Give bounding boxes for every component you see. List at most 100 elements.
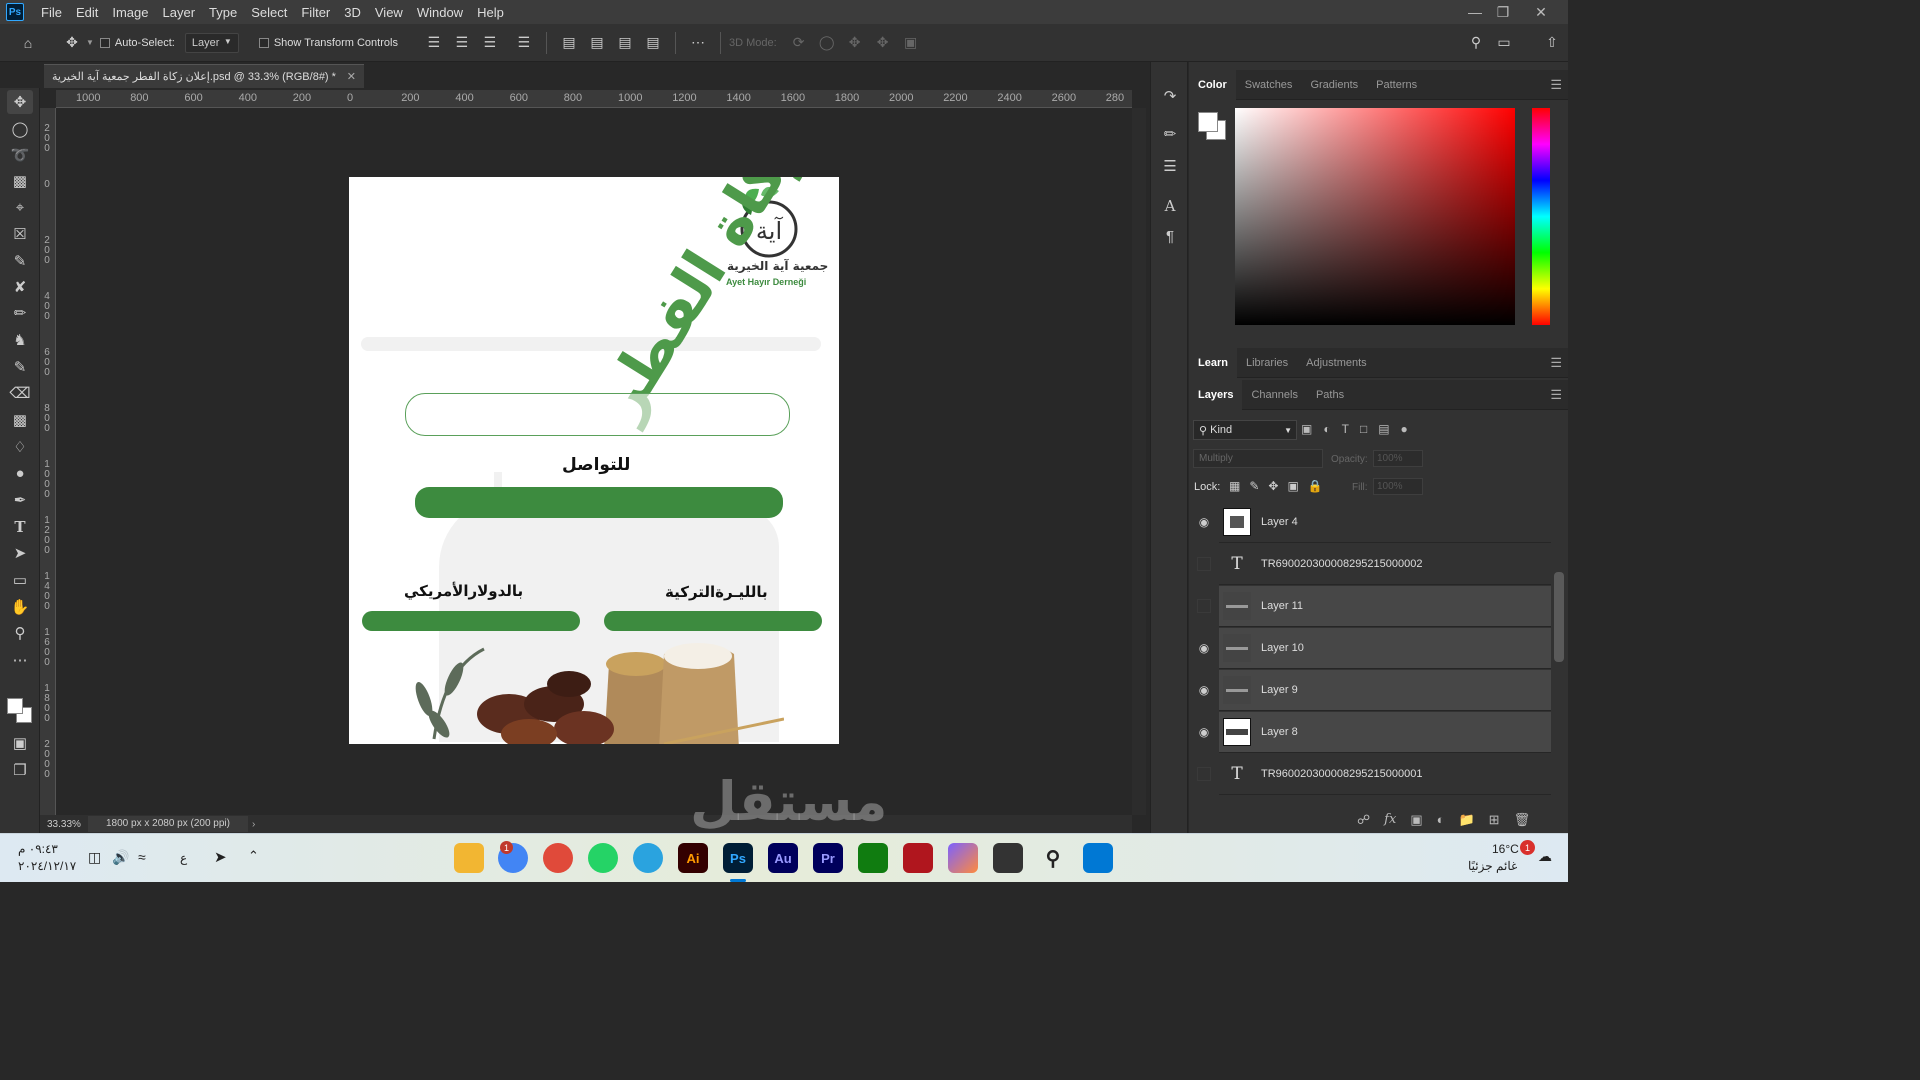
layer-row[interactable]: Layer 11 bbox=[1197, 586, 1551, 627]
align-center-icon[interactable]: ☰ bbox=[450, 31, 474, 55]
foreground-color-swatch[interactable] bbox=[7, 698, 23, 714]
new-group-icon[interactable]: 📁 bbox=[1458, 812, 1474, 828]
horizontal-ruler[interactable]: 1000 800 600 400 200 0 200 400 600 800 1000 1200 140… bbox=[56, 90, 1132, 108]
auto-select-checkbox[interactable] bbox=[99, 37, 110, 48]
fill-input[interactable]: 100% bbox=[1373, 478, 1423, 495]
filter-shape-icon[interactable]: □ bbox=[1360, 422, 1367, 440]
new-layer-icon[interactable]: ⊞ bbox=[1489, 812, 1500, 828]
tab-paths[interactable]: Paths bbox=[1307, 380, 1353, 410]
adjustment-layer-icon[interactable]: ◐ bbox=[1437, 812, 1445, 828]
delete-layer-icon[interactable]: 🗑 bbox=[1514, 812, 1531, 828]
lock-artboard-icon[interactable]: ▣ bbox=[1287, 479, 1298, 493]
restore-icon[interactable]: ❐ bbox=[1488, 0, 1518, 24]
layer-row[interactable]: ◉ Layer 9 bbox=[1199, 670, 1551, 711]
crop-tool-icon[interactable]: ⌖ bbox=[7, 195, 33, 219]
file-explorer-icon[interactable] bbox=[454, 843, 484, 873]
lock-position-icon[interactable]: ✥ bbox=[1268, 479, 1278, 493]
layer-row[interactable]: ◉ Layer 10 bbox=[1199, 628, 1551, 669]
frame-tool-icon[interactable]: ☒ bbox=[7, 222, 33, 246]
tab-channels[interactable]: Channels bbox=[1242, 380, 1306, 410]
location-icon[interactable]: ➤ bbox=[214, 848, 227, 866]
close-tab-icon[interactable]: ✕ bbox=[347, 70, 356, 83]
character-panel-icon[interactable]: A bbox=[1158, 194, 1182, 218]
opacity-input[interactable]: 100% bbox=[1373, 450, 1423, 467]
lasso-tool-icon[interactable]: ➰ bbox=[7, 143, 33, 167]
filter-toggle-icon[interactable]: ● bbox=[1401, 422, 1408, 440]
dodge-tool-icon[interactable]: ● bbox=[7, 461, 33, 485]
filter-smart-object-icon[interactable]: ▤ bbox=[1378, 422, 1389, 440]
properties-icon[interactable]: ☰ bbox=[1158, 154, 1182, 178]
visibility-eye-icon[interactable]: ◉ bbox=[1195, 723, 1213, 741]
align-top-icon[interactable]: ▤ bbox=[557, 31, 581, 55]
menu-3d[interactable]: 3D bbox=[337, 5, 368, 20]
red-app-icon[interactable] bbox=[903, 843, 933, 873]
panel-menu-icon[interactable]: ☰ bbox=[1550, 387, 1562, 403]
menu-window[interactable]: Window bbox=[410, 5, 470, 20]
menu-filter[interactable]: Filter bbox=[294, 5, 337, 20]
workspace-icon[interactable]: ▭ bbox=[1492, 31, 1516, 55]
visibility-eye-icon[interactable]: ◉ bbox=[1195, 639, 1213, 657]
zoom-tool-icon[interactable]: ⚲ bbox=[7, 621, 33, 645]
close-icon[interactable]: ✕ bbox=[1526, 0, 1556, 24]
lock-transparency-icon[interactable]: ▦ bbox=[1229, 479, 1240, 493]
status-chevron-icon[interactable]: › bbox=[252, 819, 255, 830]
volume-icon[interactable]: 🔊 bbox=[112, 849, 129, 866]
menu-layer[interactable]: Layer bbox=[156, 5, 203, 20]
filter-adjustment-icon[interactable]: ◐ bbox=[1323, 422, 1330, 440]
align-right-icon[interactable]: ☰ bbox=[478, 31, 502, 55]
align-left-icon[interactable]: ☰ bbox=[422, 31, 446, 55]
blend-mode-dropdown[interactable]: Multiply bbox=[1193, 449, 1323, 468]
xbox-icon[interactable] bbox=[858, 843, 888, 873]
distribute-vertical-icon[interactable]: ▤ bbox=[641, 31, 665, 55]
quick-mask-icon[interactable]: ▣ bbox=[7, 731, 33, 755]
document-size-info[interactable]: 1800 px x 2080 px (200 ppi) bbox=[88, 816, 248, 832]
more-tools-icon[interactable]: ⋯ bbox=[7, 648, 33, 672]
object-select-tool-icon[interactable]: ▩ bbox=[7, 169, 33, 193]
panel-menu-icon[interactable]: ☰ bbox=[1550, 77, 1562, 93]
language-indicator[interactable]: ع bbox=[180, 851, 187, 865]
clock-time[interactable]: ٠٩:٤٣ م bbox=[18, 842, 58, 856]
taskbar-search-icon[interactable]: ⚲ bbox=[1038, 843, 1068, 873]
align-middle-icon[interactable]: ▤ bbox=[585, 31, 609, 55]
tab-patterns[interactable]: Patterns bbox=[1367, 70, 1426, 100]
fx-icon[interactable]: fx bbox=[1384, 812, 1396, 828]
filter-pixel-icon[interactable]: ▣ bbox=[1301, 422, 1312, 440]
distribute-icon[interactable]: ☰ bbox=[512, 31, 536, 55]
pen-tool-icon[interactable]: ✒ bbox=[7, 488, 33, 512]
layers-scrollbar-thumb[interactable] bbox=[1554, 572, 1564, 662]
link-layers-icon[interactable]: ☍ bbox=[1357, 812, 1370, 828]
search-icon[interactable]: ⚲ bbox=[1464, 31, 1488, 55]
history-panel-icon[interactable]: ↷ bbox=[1158, 84, 1182, 108]
add-mask-icon[interactable]: ▣ bbox=[1410, 812, 1422, 828]
weather-icon[interactable]: ☁ bbox=[1538, 848, 1552, 865]
rectangle-tool-icon[interactable]: ▭ bbox=[7, 568, 33, 592]
tab-libraries[interactable]: Libraries bbox=[1237, 348, 1297, 378]
hand-tool-icon[interactable]: ✋ bbox=[7, 595, 33, 619]
type-tool-icon[interactable]: T bbox=[7, 515, 33, 539]
weather-temperature[interactable]: 16°C bbox=[1492, 842, 1519, 856]
more-options-icon[interactable]: ⋯ bbox=[686, 31, 710, 55]
photoshop-taskbar-icon[interactable]: Ps bbox=[723, 843, 753, 873]
menu-view[interactable]: View bbox=[368, 5, 410, 20]
share-icon[interactable]: ⇧ bbox=[1540, 31, 1564, 55]
telegram-icon[interactable] bbox=[633, 843, 663, 873]
copilot-icon[interactable] bbox=[948, 843, 978, 873]
document-tab[interactable]: إعلان زكاة الفطر جمعية آية الخيرية.psd @… bbox=[44, 64, 364, 88]
premiere-icon[interactable]: Pr bbox=[813, 843, 843, 873]
color-picker-field[interactable] bbox=[1235, 108, 1515, 325]
menu-help[interactable]: Help bbox=[470, 5, 511, 20]
stamp-tool-icon[interactable]: ♞ bbox=[7, 328, 33, 352]
weather-description[interactable]: غائم جزئيًا bbox=[1468, 859, 1517, 873]
tab-gradients[interactable]: Gradients bbox=[1301, 70, 1367, 100]
start-menu-icon[interactable] bbox=[1083, 843, 1113, 873]
lock-pixels-icon[interactable]: ✎ bbox=[1249, 479, 1259, 493]
canvas-vertical-scrollbar[interactable] bbox=[1132, 108, 1146, 815]
vertical-ruler[interactable]: 2 0 0 0 2 0 0 4 0 0 6 0 0 8 0 0 1 0 0 0 1 2 0 0… bbox=[40, 108, 56, 815]
menu-select[interactable]: Select bbox=[244, 5, 294, 20]
brush-tool-icon[interactable]: ✏ bbox=[7, 301, 33, 325]
marquee-tool-icon[interactable]: ◯ bbox=[7, 117, 33, 141]
layer-row[interactable]: ◉ Layer 4 bbox=[1199, 502, 1551, 543]
minimize-icon[interactable]: — bbox=[1460, 0, 1490, 24]
align-bottom-icon[interactable]: ▤ bbox=[613, 31, 637, 55]
move-tool-preset-icon[interactable]: ✥ bbox=[60, 31, 84, 55]
